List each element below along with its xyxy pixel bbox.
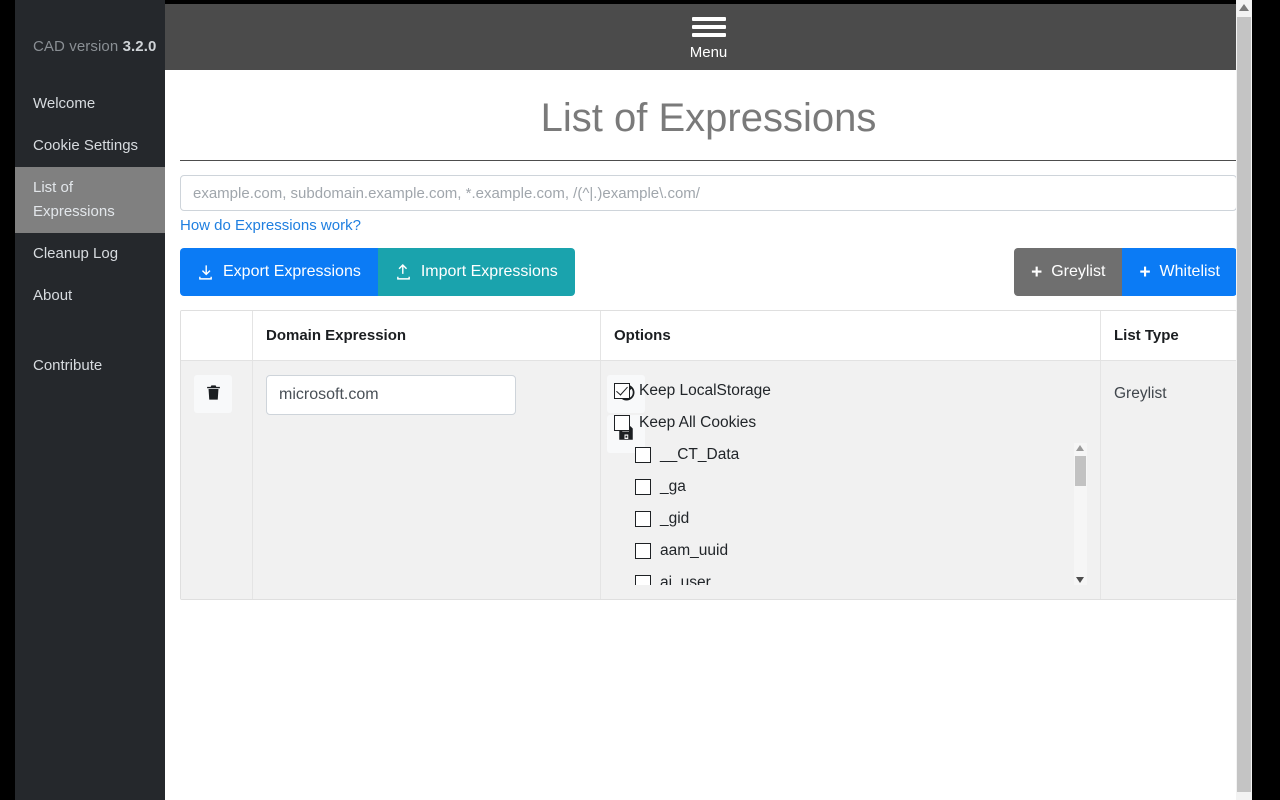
scroll-down-arrow-icon[interactable] [1076, 577, 1084, 583]
option-keep-localstorage[interactable]: Keep LocalStorage [614, 375, 1087, 407]
cookie-item[interactable]: ai_user [635, 567, 1061, 585]
version-label: CAD version 3.2.0 [15, 0, 165, 55]
cookie-label: __CT_Data [660, 446, 740, 463]
hamburger-bar [691, 16, 726, 21]
sidebar-item-cleanup-log[interactable]: Cleanup Log [15, 233, 165, 275]
options-cell: Keep LocalStorage Keep All Cookies __CT_… [600, 361, 1100, 599]
download-icon [197, 264, 214, 281]
import-label: Import Expressions [420, 263, 558, 280]
export-expressions-button[interactable]: Export Expressions [180, 248, 378, 296]
sidebar-item-contribute[interactable]: Contribute [15, 345, 165, 387]
sidebar: CAD version 3.2.0 Welcome Cookie Setting… [15, 0, 165, 800]
greylist-label: Greylist [1051, 263, 1106, 280]
cookie-checkbox[interactable] [635, 543, 651, 559]
sidebar-nav: Welcome Cookie Settings List of Expressi… [15, 83, 165, 387]
cookie-label: _gid [660, 510, 690, 527]
cookie-item[interactable]: _gid [635, 503, 1061, 535]
app-window: CAD version 3.2.0 Welcome Cookie Setting… [0, 0, 1280, 800]
hamburger-bar [691, 24, 726, 29]
add-list-group: + Greylist + Whitelist [1014, 248, 1237, 296]
sidebar-item-welcome[interactable]: Welcome [15, 83, 165, 125]
cookie-checkbox[interactable] [635, 511, 651, 527]
table-row: Keep LocalStorage Keep All Cookies __CT_… [181, 361, 1236, 599]
list-type-cell: Greylist [1100, 361, 1236, 599]
page-scrollbar-thumb[interactable] [1237, 17, 1251, 792]
scrollbar-thumb[interactable] [1075, 456, 1086, 486]
hamburger-icon[interactable] [691, 13, 726, 41]
sidebar-item-list-of-expressions[interactable]: List of Expressions [15, 167, 165, 233]
cookie-checkbox[interactable] [635, 479, 651, 495]
version-prefix: CAD version [33, 38, 123, 55]
upload-icon [395, 263, 412, 281]
cookie-item[interactable]: _ga [635, 471, 1061, 503]
import-expressions-button[interactable]: Import Expressions [377, 248, 575, 296]
page-title: List of Expressions [540, 96, 877, 140]
cookie-checkbox[interactable] [635, 447, 651, 463]
table-header-row: Domain Expression Options List Type [181, 311, 1236, 361]
table-header-list-type: List Type [1100, 311, 1236, 360]
cookie-label: aam_uuid [660, 542, 729, 559]
cookie-item[interactable]: aam_uuid [635, 535, 1061, 567]
cookie-list-scrollbar[interactable] [1074, 443, 1087, 585]
domain-cell [252, 361, 645, 599]
page-scrollbar[interactable] [1236, 0, 1252, 800]
plus-icon: + [1031, 261, 1043, 283]
cookie-item[interactable]: __CT_Data [635, 439, 1061, 471]
top-bar: Menu [165, 4, 1252, 70]
add-greylist-button[interactable]: + Greylist [1014, 248, 1123, 296]
domain-expression-input[interactable] [266, 375, 516, 415]
sidebar-item-cookie-settings[interactable]: Cookie Settings [15, 125, 165, 167]
export-label: Export Expressions [223, 263, 361, 280]
cookie-list-scroll-area: __CT_Data _ga _gid aam_uuid ai_user [614, 439, 1087, 585]
scroll-up-arrow-icon[interactable] [1076, 445, 1084, 451]
option-label: Keep LocalStorage [639, 382, 771, 399]
option-label: Keep All Cookies [639, 414, 757, 431]
domain-edit-group [266, 375, 587, 415]
sidebar-item-about[interactable]: About [15, 275, 165, 317]
menu-label[interactable]: Menu [690, 44, 728, 62]
import-export-group: Export Expressions Import Expressions [180, 248, 575, 296]
version-number: 3.2.0 [122, 38, 157, 55]
how-expressions-work-link[interactable]: How do Expressions work? [180, 217, 361, 234]
options-list: Keep LocalStorage Keep All Cookies __CT_… [614, 375, 1087, 585]
add-whitelist-button[interactable]: + Whitelist [1122, 248, 1237, 296]
table-header-options: Options [600, 311, 1100, 360]
keep-localstorage-checkbox[interactable] [614, 383, 630, 399]
table-header-domain: Domain Expression [252, 311, 600, 360]
table-header-delete [181, 311, 252, 360]
title-divider [180, 160, 1237, 161]
expression-input[interactable] [180, 175, 1237, 211]
whitelist-label: Whitelist [1159, 263, 1220, 280]
plus-icon: + [1139, 261, 1151, 283]
expressions-table: Domain Expression Options List Type micr… [180, 310, 1237, 600]
option-keep-all-cookies[interactable]: Keep All Cookies [614, 407, 1087, 439]
list-type-value: Greylist [1114, 385, 1167, 402]
main-content: List of Expressions How do Expressions w… [165, 70, 1252, 800]
delete-cell [181, 361, 252, 599]
cookie-label: _ga [660, 478, 686, 495]
cookie-checkbox[interactable] [635, 575, 651, 585]
scroll-up-arrow-icon[interactable] [1239, 4, 1249, 11]
trash-icon [205, 383, 222, 405]
keep-all-cookies-checkbox[interactable] [614, 415, 630, 431]
hamburger-bar [691, 32, 726, 37]
cookie-label: ai_user [660, 574, 711, 585]
toolbar: Export Expressions Import Expressions + … [180, 248, 1237, 296]
delete-row-button[interactable] [194, 375, 232, 413]
